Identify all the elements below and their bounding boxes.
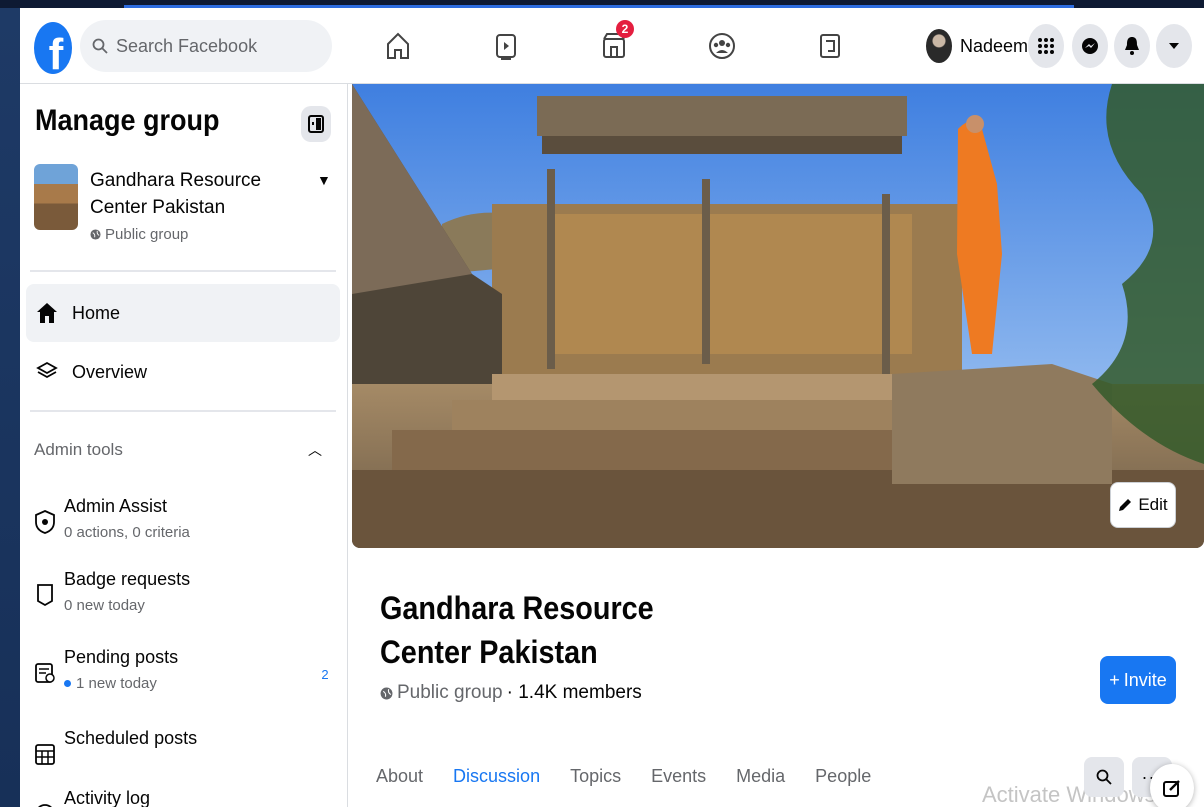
groups-icon (709, 33, 735, 59)
invite-button[interactable]: + Invite (1100, 656, 1176, 704)
home-nav-button[interactable] (376, 26, 420, 66)
notifications-button[interactable] (1114, 24, 1150, 68)
group-switcher[interactable]: Gandhara Resource Center Pakistan Public… (34, 164, 334, 243)
groups-nav-button[interactable] (700, 26, 744, 66)
calendar-grid-icon (35, 744, 55, 765)
marketplace-badge: 2 (616, 20, 634, 38)
home-icon (387, 32, 409, 59)
search-box[interactable] (80, 20, 332, 72)
tab-media[interactable]: Media (736, 766, 785, 787)
group-main-content: Edit Gandhara Resource Center Pakistan P… (348, 84, 1204, 807)
manage-group-sidebar: Manage group Gandhara Resource Center Pa… (20, 84, 348, 807)
group-search-button[interactable] (1084, 757, 1124, 797)
badge-icon (37, 584, 53, 607)
group-title: Gandhara Resource Center Pakistan (380, 590, 654, 670)
pencil-icon (1119, 499, 1132, 511)
tool-label: Scheduled posts (64, 728, 198, 748)
sidebar-item-pending-posts[interactable]: Pending posts 1 new today 2 (34, 647, 334, 705)
tool-sublabel: 0 actions, 0 criteria (64, 524, 190, 541)
globe-icon (90, 229, 101, 240)
sidebar-title: Manage group (35, 104, 220, 137)
tab-about[interactable]: About (376, 766, 423, 787)
sidebar-toggle-icon (308, 115, 324, 133)
search-icon (92, 38, 108, 54)
group-privacy: Public group (90, 226, 188, 243)
tab-people[interactable]: People (815, 766, 871, 787)
messenger-button[interactable] (1072, 24, 1108, 68)
avatar (926, 29, 952, 63)
sidebar-item-label: Home (72, 302, 121, 323)
unread-dot (64, 680, 71, 687)
account-button[interactable] (1156, 24, 1192, 68)
menu-button[interactable] (1028, 24, 1064, 68)
tool-label: Activity log (64, 788, 151, 807)
tab-discussion[interactable]: Discussion (453, 766, 540, 787)
group-tabs: About Discussion Topics Events Media Peo… (376, 766, 871, 787)
screen-frame-left (0, 0, 20, 807)
globe-icon (380, 687, 393, 699)
gaming-nav-button[interactable] (808, 26, 852, 66)
admin-tools-heading: Admin tools (34, 440, 123, 459)
pending-posts-icon (35, 663, 55, 683)
tool-label: Pending posts (64, 647, 179, 667)
watch-nav-button[interactable] (484, 26, 528, 66)
profile-button[interactable]: Nadeem (926, 26, 1028, 66)
activate-windows-watermark: Activate Windows (982, 782, 1156, 807)
group-meta: Public group · 1.4K members (380, 682, 642, 704)
group-switcher-caret-icon: ▼ (317, 172, 331, 188)
group-name: Gandhara Resource Center Pakistan (90, 170, 262, 218)
menu-grid-icon (1038, 38, 1054, 54)
sidebar-item-admin-assist[interactable]: Admin Assist 0 actions, 0 criteria (34, 496, 334, 554)
sidebar-item-label: Overview (72, 361, 148, 382)
screen-frame-top (0, 0, 1204, 8)
collapse-sidebar-button[interactable] (301, 106, 331, 142)
layers-icon (36, 361, 58, 379)
admin-assist-icon (35, 510, 55, 534)
notifications-icon (1125, 37, 1139, 55)
sidebar-item-home[interactable]: Home (26, 284, 340, 342)
group-privacy-label: Public group (397, 682, 503, 703)
tool-label: Badge requests (64, 569, 191, 589)
marketplace-nav-button[interactable]: 2 (592, 20, 636, 66)
user-name: Nadeem (960, 35, 1029, 56)
cover-photo: Edit (352, 84, 1204, 548)
sidebar-item-scheduled-posts[interactable]: Scheduled posts (34, 728, 334, 786)
tool-sublabel: 1 new today (64, 675, 157, 692)
plus-icon: + (1109, 669, 1120, 690)
account-caret-icon (1169, 43, 1179, 49)
facebook-logo[interactable]: f (34, 22, 72, 74)
sidebar-item-activity-log[interactable]: Activity log (34, 788, 334, 807)
home-icon (37, 303, 57, 323)
clock-icon (38, 804, 52, 807)
divider (30, 270, 336, 272)
search-input[interactable] (116, 35, 306, 57)
watch-icon (496, 34, 516, 60)
tab-topics[interactable]: Topics (570, 766, 621, 787)
edit-cover-button[interactable]: Edit (1110, 482, 1176, 528)
group-thumbnail (34, 164, 78, 230)
sidebar-item-overview[interactable]: Overview (26, 343, 340, 401)
tool-sublabel: 0 new today (64, 597, 145, 614)
compose-icon (1163, 780, 1180, 797)
gaming-icon (820, 34, 840, 58)
new-message-button[interactable] (1150, 764, 1194, 807)
top-navigation-bar: f 2 Nadeem (20, 8, 1204, 84)
sidebar-item-badge-requests[interactable]: Badge requests 0 new today (34, 569, 334, 627)
divider (30, 410, 336, 412)
cover-photo-image (352, 84, 1204, 548)
messenger-icon (1082, 38, 1098, 54)
member-count: · 1.4K members (506, 682, 642, 703)
pending-posts-count: 2 (321, 667, 329, 682)
collapse-admin-tools-icon[interactable]: ︿ (308, 440, 322, 460)
tool-label: Admin Assist (64, 496, 168, 516)
search-icon (1096, 769, 1112, 785)
tab-events[interactable]: Events (651, 766, 706, 787)
